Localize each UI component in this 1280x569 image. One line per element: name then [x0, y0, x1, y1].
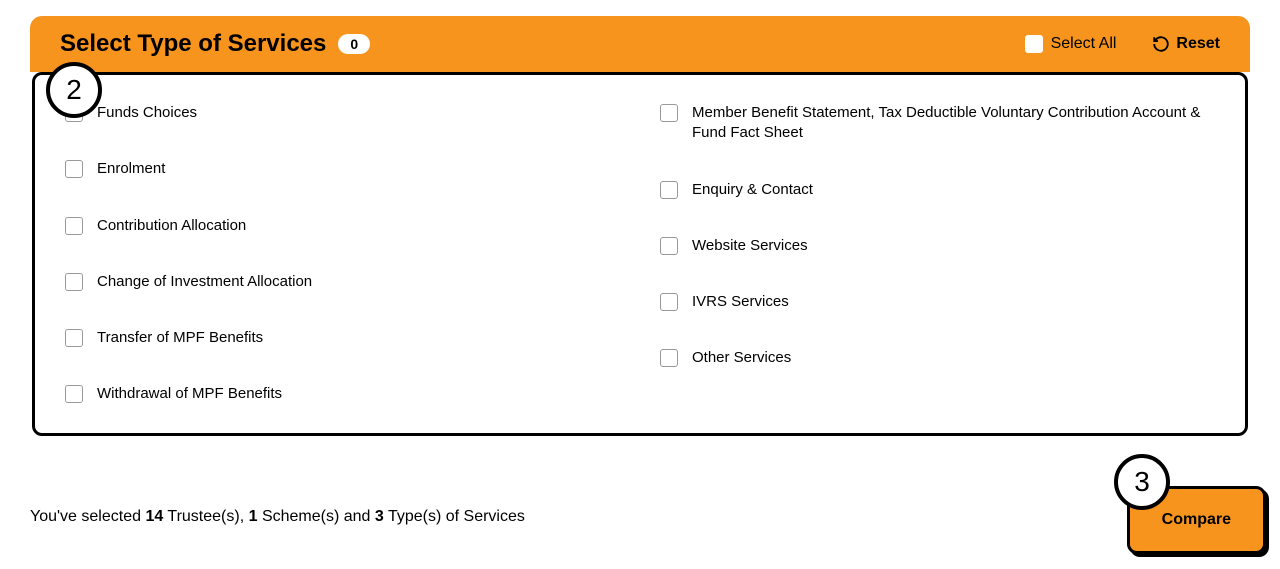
- option-funds-choices[interactable]: Funds Choices: [65, 103, 620, 123]
- options-col-left: Funds Choices Enrolment Contribution All…: [65, 103, 620, 405]
- option-transfer-mpf-benefits[interactable]: Transfer of MPF Benefits: [65, 328, 620, 348]
- option-label: IVRS Services: [692, 292, 789, 312]
- option-change-investment-allocation[interactable]: Change of Investment Allocation: [65, 272, 620, 292]
- checkbox-icon: [660, 181, 678, 199]
- checkbox-icon: [660, 349, 678, 367]
- option-label: Enrolment: [97, 159, 165, 179]
- header-right: Select All Reset: [1025, 35, 1220, 53]
- options-grid: Funds Choices Enrolment Contribution All…: [32, 72, 1248, 436]
- option-label: Withdrawal of MPF Benefits: [97, 384, 282, 404]
- step-badge-2: 2: [46, 62, 102, 118]
- option-label: Change of Investment Allocation: [97, 272, 312, 292]
- checkbox-icon: [65, 217, 83, 235]
- option-label: Transfer of MPF Benefits: [97, 328, 263, 348]
- checkbox-icon: [65, 160, 83, 178]
- scheme-count: 1: [249, 508, 258, 525]
- option-label: Member Benefit Statement, Tax Deductible…: [692, 103, 1215, 144]
- option-website-services[interactable]: Website Services: [660, 236, 1215, 256]
- scheme-label: Scheme(s) and: [258, 508, 375, 525]
- checkbox-icon: [660, 237, 678, 255]
- checkbox-icon: [660, 104, 678, 122]
- option-enquiry-contact[interactable]: Enquiry & Contact: [660, 180, 1215, 200]
- service-label: Type(s) of Services: [384, 508, 525, 525]
- option-label: Funds Choices: [97, 103, 197, 123]
- option-contribution-allocation[interactable]: Contribution Allocation: [65, 216, 620, 236]
- service-count: 3: [375, 508, 384, 525]
- select-all-label: Select All: [1051, 35, 1117, 53]
- card-header: Select Type of Services 0 Select All Res…: [30, 16, 1250, 72]
- options-col-right: Member Benefit Statement, Tax Deductible…: [660, 103, 1215, 405]
- summary-prefix: You've selected: [30, 508, 145, 525]
- page-title: Select Type of Services: [60, 30, 326, 58]
- reset-button[interactable]: Reset: [1152, 35, 1220, 53]
- option-member-benefit-statement[interactable]: Member Benefit Statement, Tax Deductible…: [660, 103, 1215, 144]
- trustee-label: Trustee(s),: [163, 508, 248, 525]
- option-ivrs-services[interactable]: IVRS Services: [660, 292, 1215, 312]
- footer-bar: You've selected 14 Trustee(s), 1 Scheme(…: [30, 508, 1250, 526]
- services-card: Select Type of Services 0 Select All Res…: [30, 16, 1250, 454]
- option-label: Other Services: [692, 348, 791, 368]
- card-shadow: [32, 436, 1248, 446]
- option-label: Enquiry & Contact: [692, 180, 813, 200]
- checkbox-icon: [65, 329, 83, 347]
- option-other-services[interactable]: Other Services: [660, 348, 1215, 368]
- selected-count-badge: 0: [338, 34, 370, 54]
- option-label: Website Services: [692, 236, 808, 256]
- option-withdrawal-mpf-benefits[interactable]: Withdrawal of MPF Benefits: [65, 384, 620, 404]
- step-badge-3: 3: [1114, 454, 1170, 510]
- checkbox-icon: [1025, 35, 1043, 53]
- select-all-toggle[interactable]: Select All: [1025, 35, 1117, 53]
- option-enrolment[interactable]: Enrolment: [65, 159, 620, 179]
- checkbox-icon: [65, 273, 83, 291]
- selection-summary: You've selected 14 Trustee(s), 1 Scheme(…: [30, 508, 525, 526]
- reset-label: Reset: [1176, 35, 1220, 53]
- card-body-wrap: Funds Choices Enrolment Contribution All…: [30, 72, 1250, 454]
- checkbox-icon: [65, 385, 83, 403]
- reset-icon: [1152, 35, 1170, 53]
- option-label: Contribution Allocation: [97, 216, 246, 236]
- header-left: Select Type of Services 0: [60, 30, 370, 58]
- trustee-count: 14: [145, 508, 163, 525]
- checkbox-icon: [660, 293, 678, 311]
